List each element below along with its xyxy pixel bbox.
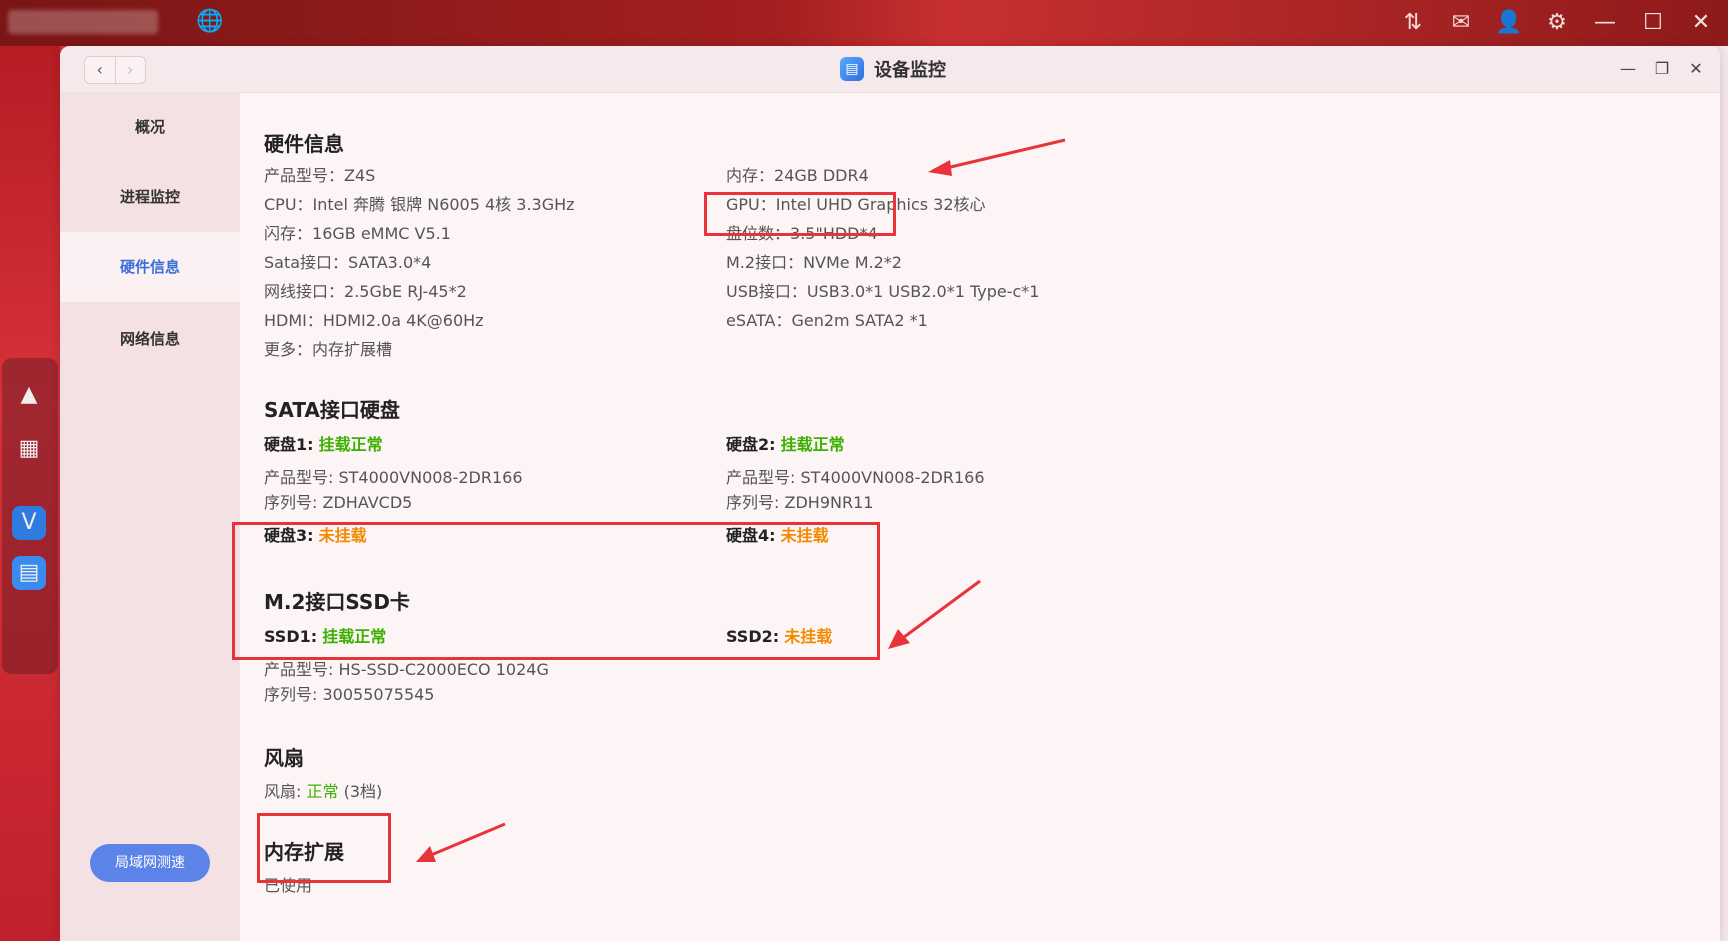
mail-icon[interactable]: ✉	[1444, 8, 1478, 38]
window-restore-icon[interactable]: ❐	[1650, 56, 1674, 82]
close-icon[interactable]: ✕	[1684, 8, 1718, 38]
forward-icon[interactable]: ›	[114, 57, 146, 83]
content-area: 硬件信息 产品型号：Z4S CPU：Intel 奔腾 银牌 N6005 4核 3…	[232, 92, 1720, 941]
apps-grid-icon[interactable]: ▦	[12, 432, 46, 466]
title-bar: ‹ › ▤ 设备监控 — ❐ ✕	[60, 46, 1720, 93]
ssd1-serial: 序列号: 30055075545	[264, 685, 435, 704]
minimize-icon[interactable]: —	[1588, 8, 1622, 38]
disk1-status: 硬盘1: 挂载正常	[264, 435, 383, 454]
fan-status: 风扇: 正常 (3档)	[264, 782, 383, 801]
sidebar-item-overview[interactable]: 概况	[60, 92, 240, 162]
desktop-top-bar: 🌐 ⇅ ✉ 👤 ⚙ — ☐ ✕	[0, 0, 1728, 46]
disk2-status: 硬盘2: 挂载正常	[726, 435, 845, 454]
maximize-icon[interactable]: ☐	[1636, 8, 1670, 38]
sidebar: 概况 进程监控 硬件信息 网络信息 局域网测速	[60, 92, 240, 941]
monitor-app-icon[interactable]: ▤	[12, 556, 46, 590]
spec-ethernet: 网线接口：2.5GbE RJ-45*2	[264, 282, 467, 301]
spec-hdmi: HDMI：HDMI2.0a 4K@60Hz	[264, 311, 484, 330]
chart-app-icon: ▤	[840, 57, 864, 81]
back-icon[interactable]: ‹	[85, 57, 115, 83]
drive-icon[interactable]: ▲	[12, 378, 46, 412]
window-close-icon[interactable]: ✕	[1684, 56, 1708, 82]
annotation-arrow-memory-ext	[416, 822, 506, 862]
transfer-icon[interactable]: ⇅	[1396, 8, 1430, 38]
spec-cpu: CPU：Intel 奔腾 银牌 N6005 4核 3.3GHz	[264, 195, 575, 214]
annotation-arrow-m2	[888, 579, 981, 649]
blurred-user-area	[8, 10, 158, 34]
left-dock: ▲ ▦ V ▤	[0, 46, 60, 941]
lan-speed-test-button[interactable]: 局域网测速	[90, 844, 210, 882]
annotation-box-m2	[232, 522, 880, 660]
spec-m2: M.2接口：NVMe M.2*2	[726, 253, 902, 272]
spec-memory: 内存：24GB DDR4	[726, 166, 869, 185]
device-monitor-window: ‹ › ▤ 设备监控 — ❐ ✕ 概况 进程监控 硬件信息 网络信息 局域网测速…	[60, 46, 1720, 941]
nav-buttons: ‹ ›	[84, 56, 146, 84]
window-minimize-icon[interactable]: —	[1616, 56, 1640, 82]
fan-section-title: 风扇	[264, 746, 304, 770]
globe-icon[interactable]: 🌐	[196, 9, 223, 35]
disk1-model: 产品型号: ST4000VN008-2DR166	[264, 468, 523, 487]
sidebar-item-process-monitor[interactable]: 进程监控	[60, 162, 240, 232]
window-title: 设备监控	[874, 60, 946, 81]
spec-flash: 闪存：16GB eMMC V5.1	[264, 224, 451, 243]
annotation-box-memory	[704, 192, 896, 236]
spec-more: 更多：内存扩展槽	[264, 340, 393, 359]
sidebar-item-hardware-info[interactable]: 硬件信息	[60, 232, 240, 302]
annotation-box-memory-ext	[257, 813, 391, 883]
hardware-section-title: 硬件信息	[264, 132, 344, 156]
annotation-arrow-memory	[928, 138, 1066, 176]
spec-product-model: 产品型号：Z4S	[264, 166, 376, 185]
spec-sata-ports: Sata接口：SATA3.0*4	[264, 253, 432, 272]
spec-usb: USB接口：USB3.0*1 USB2.0*1 Type-c*1	[726, 282, 1040, 301]
disk2-serial: 序列号: ZDH9NR11	[726, 493, 874, 512]
gear-icon[interactable]: ⚙	[1540, 8, 1574, 38]
sata-section-title: SATA接口硬盘	[264, 398, 400, 422]
disk2-model: 产品型号: ST4000VN008-2DR166	[726, 468, 985, 487]
user-icon[interactable]: 👤	[1492, 8, 1526, 38]
vpn-app-icon[interactable]: V	[12, 506, 46, 540]
disk1-serial: 序列号: ZDHAVCD5	[264, 493, 413, 512]
window-title-group: ▤ 设备监控	[840, 56, 946, 82]
sidebar-item-network-info[interactable]: 网络信息	[60, 304, 240, 374]
spec-esata: eSATA：Gen2m SATA2 *1	[726, 311, 928, 330]
